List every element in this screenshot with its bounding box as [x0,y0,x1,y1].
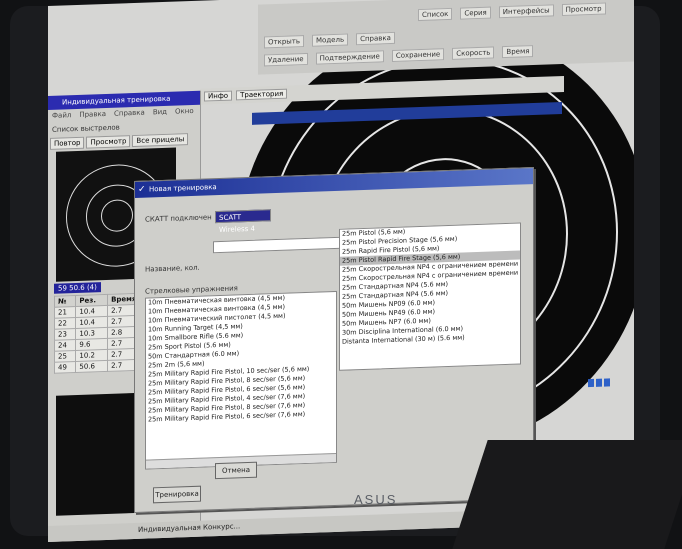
table-cell: 22 [54,317,76,330]
top-toolbar: Список Серия Интерфейсы Просмотр Открыть… [258,0,634,75]
table-cell: 50.6 [75,360,108,373]
toolbar-series-button[interactable]: Серия [460,6,491,20]
photo-frame: Список Серия Интерфейсы Просмотр Открыть… [0,0,682,549]
laptop-brand-logo: ASUS [354,492,398,507]
tab-repeat[interactable]: Повтор [50,136,85,150]
toolbar-list-button[interactable]: Список [418,7,453,22]
toolbar-delete-button[interactable]: Удаление [264,52,308,67]
toolbar-interfaces-button[interactable]: Интерфейсы [498,4,554,19]
dialog-title: Новая тренировка [149,183,217,194]
menu-window[interactable]: Окно [175,107,194,116]
tab-all-sights[interactable]: Все прицелы [132,133,189,148]
system-tray [588,378,610,388]
toolbar-time-button[interactable]: Время [502,45,534,59]
start-training-button[interactable]: Тренировка [153,485,201,504]
toolbar-view-button[interactable]: Просмотр [561,2,606,17]
taskbar-window-button[interactable]: Индивидуальная Конкурс... [138,522,240,534]
device-label: СКАТТ подключен [145,213,212,224]
target-ring [56,484,106,516]
device-field[interactable]: SCATT Wireless 4 [215,209,271,234]
toolbar-row-2: Открыть Модель Справка [264,31,395,49]
menu-file[interactable]: Файл [52,111,71,120]
toolbar-model-button[interactable]: Модель [312,33,349,47]
tab-trajectory[interactable]: Траектория [236,88,288,101]
laptop-keyboard [452,440,682,549]
exercise-list-right[interactable]: 25m Pistol (5,6 мм) 25m Pistol Precision … [339,222,521,371]
toolbar-row-3: Удаление Подтверждение Сохранение Скорос… [264,45,534,67]
target-ring [56,393,146,486]
toolbar-speed-button[interactable]: Скорость [452,46,495,60]
table-cell: 24 [54,339,76,352]
menu-edit[interactable]: Правка [79,110,106,119]
toolbar-save-button[interactable]: Сохранение [391,48,445,62]
series-summary: 59 50.6 (4) [54,282,101,294]
tray-icon[interactable] [588,378,594,388]
exercise-list-left[interactable]: 10m Пневматическая винтовка (4,5 мм) 10m … [145,290,337,470]
toolbar-confirm-button[interactable]: Подтверждение [315,50,384,65]
tray-icon[interactable] [596,378,602,387]
tray-icon[interactable] [604,378,610,387]
cancel-button[interactable]: Отмена [215,461,257,480]
table-cell: 49 [54,361,76,374]
check-icon: ✓ [138,184,146,195]
toolbar-row-1: Список Серия Интерфейсы Просмотр [418,2,606,22]
tab-preview[interactable]: Просмотр [86,135,131,149]
toolbar-open-button[interactable]: Открыть [264,35,304,49]
column-header: № [54,295,76,308]
menu-help[interactable]: Справка [114,109,145,118]
table-cell: 25 [54,350,76,363]
menu-view[interactable]: Вид [153,108,167,116]
toolbar-help-button[interactable]: Справка [356,31,395,46]
table-cell: 23 [54,328,76,341]
new-training-dialog: ✓ Новая тренировка СКАТТ подключен SCATT… [134,167,534,513]
tab-info[interactable]: Инфо [204,90,233,102]
name-label: Название, кол. [145,263,200,274]
table-cell: 21 [54,306,76,319]
shots-list-label: Список выстрелов [52,123,120,134]
